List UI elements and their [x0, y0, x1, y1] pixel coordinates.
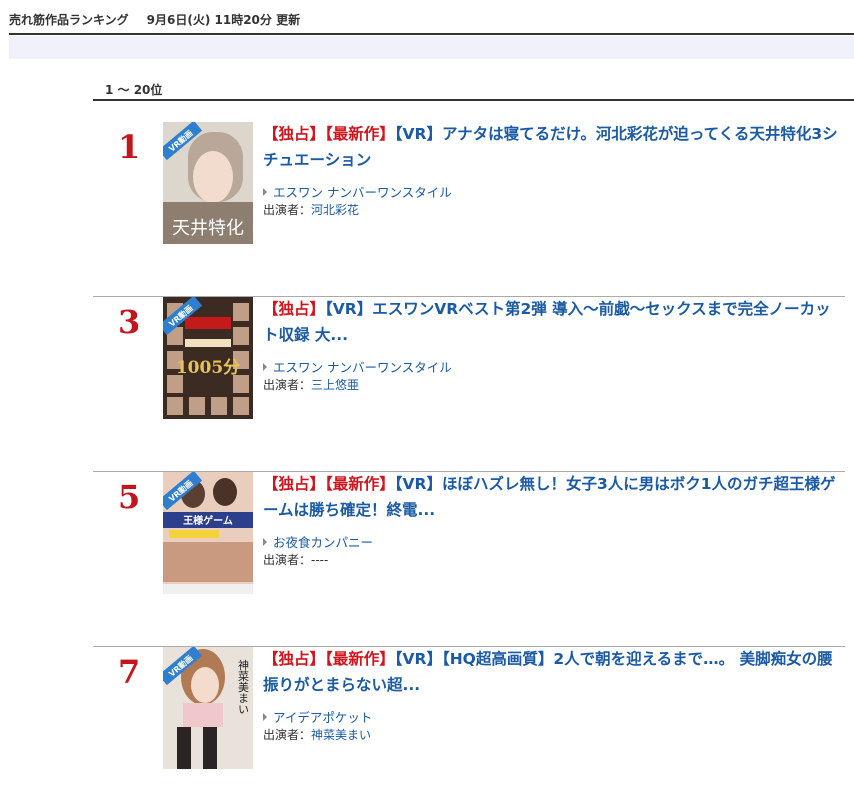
cover-text: 1005分	[176, 358, 240, 378]
rank-number: 5	[118, 478, 141, 516]
cast-label: 出演者：	[263, 203, 312, 217]
ranking-item: 5 VR動画 王様ゲーム 【独占】【最新作】【VR】ほぼハズレ無し！女子3人に男…	[93, 472, 845, 647]
maker-link[interactable]: アイデアポケット	[263, 707, 372, 726]
cast-name: ----	[311, 553, 329, 567]
cast-line: 出演者：----	[263, 551, 328, 568]
product-title-link[interactable]: 【独占】【最新作】【VR】アナタは寝てるだけ。河北彩花が迫ってくる天井特化3シチ…	[263, 121, 843, 173]
tag-exclusive: 【独占】	[263, 475, 326, 493]
ranking-title: 売れ筋作品ランキング	[9, 13, 129, 27]
maker-link[interactable]: お夜食カンパニー	[263, 532, 373, 551]
maker-link[interactable]: エスワン ナンバーワンスタイル	[263, 357, 452, 376]
triangle-right-icon	[263, 538, 267, 546]
cast-line: 出演者：河北彩花	[263, 201, 359, 218]
tag-newest: 【最新作】	[325, 475, 395, 493]
cast-name-link[interactable]: 三上悠亜	[311, 378, 359, 392]
rank-number: 7	[118, 653, 141, 691]
cast-line: 出演者：三上悠亜	[263, 376, 359, 393]
triangle-right-icon	[263, 713, 267, 721]
cast-name-link[interactable]: 河北彩花	[311, 203, 359, 217]
cast-name-link[interactable]: 神菜美まい	[311, 728, 371, 742]
tag-newest: 【最新作】	[325, 650, 395, 668]
rank-number: 1	[118, 128, 141, 166]
tag-exclusive: 【独占】	[263, 300, 326, 318]
ranking-item: 1 VR動画 天井特化 【独占】【最新作】【VR】アナタは寝てるだけ。河北彩花が…	[93, 122, 845, 297]
tag-newest: 【最新作】	[325, 125, 395, 143]
product-thumbnail[interactable]: VR動画 天井特化	[163, 122, 253, 244]
header-divider	[9, 33, 854, 35]
triangle-right-icon	[263, 363, 267, 371]
cover-text: 天井特化	[172, 218, 244, 239]
cast-label: 出演者：	[263, 728, 312, 742]
range-label: 1 〜 20位	[105, 83, 163, 97]
rank-number: 3	[118, 303, 141, 341]
cast-label: 出演者：	[263, 553, 312, 567]
product-title-link[interactable]: 【独占】【VR】エスワンVRベスト第2弾 導入〜前戯〜セックスまで完全ノーカット…	[263, 296, 843, 348]
ranking-item: 7 VR動画 神菜美まい 【独占】【最新作】【VR】【HQ超高画質】2人で朝を迎…	[93, 647, 845, 795]
header-band	[9, 36, 854, 59]
tag-exclusive: 【独占】	[263, 650, 326, 668]
tag-exclusive: 【独占】	[263, 125, 326, 143]
triangle-right-icon	[263, 188, 267, 196]
product-title-link[interactable]: 【独占】【最新作】【VR】ほぼハズレ無し！女子3人に男はボク1人のガチ超王様ゲー…	[263, 471, 843, 523]
cast-label: 出演者：	[263, 378, 312, 392]
product-title: 【VR】エスワンVRベスト第2弾 導入〜前戯〜セックスまで完全ノーカット収録 大…	[263, 300, 831, 344]
maker-name: お夜食カンパニー	[273, 535, 374, 550]
cover-text: 神菜美まい	[237, 658, 250, 714]
maker-name: エスワン ナンバーワンスタイル	[273, 360, 452, 375]
product-thumbnail[interactable]: VR動画 王様ゲーム	[163, 472, 253, 594]
maker-link[interactable]: エスワン ナンバーワンスタイル	[263, 182, 452, 201]
range-divider	[93, 99, 854, 101]
product-thumbnail[interactable]: VR動画 1005分	[163, 297, 253, 419]
product-title-link[interactable]: 【独占】【最新作】【VR】【HQ超高画質】2人で朝を迎えるまで…。 美脚痴女の腰…	[263, 646, 843, 698]
product-thumbnail[interactable]: VR動画 神菜美まい	[163, 647, 253, 769]
cover-text: 王様ゲーム	[183, 514, 233, 527]
cast-line: 出演者：神菜美まい	[263, 726, 371, 743]
page-header: 売れ筋作品ランキング 9月6日(火) 11時20分 更新	[9, 11, 300, 28]
maker-name: エスワン ナンバーワンスタイル	[273, 185, 452, 200]
updated-time: 9月6日(火) 11時20分 更新	[146, 13, 301, 27]
ranking-item: 3 VR動画 1005分 【独占】【VR】エスワンVRベスト第2弾 導入〜前戯〜…	[93, 297, 845, 472]
maker-name: アイデアポケット	[273, 710, 373, 725]
